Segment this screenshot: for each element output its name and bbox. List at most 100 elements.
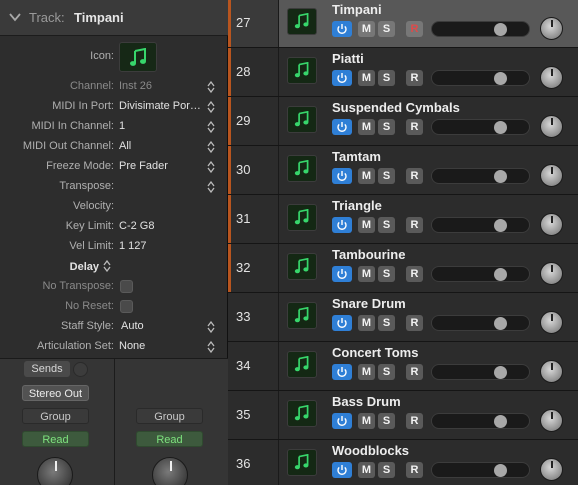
track-name[interactable]: Suspended Cymbals bbox=[332, 100, 460, 115]
param-row[interactable]: Velocity: bbox=[0, 197, 228, 217]
param-row[interactable]: Freeze Mode: Pre Fader bbox=[0, 157, 228, 177]
track-on-button[interactable] bbox=[332, 413, 352, 429]
param-row[interactable]: MIDI In Port: Divisimate Por… bbox=[0, 97, 228, 117]
record-enable-button[interactable]: R bbox=[406, 413, 423, 429]
fader-thumb[interactable] bbox=[494, 317, 507, 330]
track-number-cell[interactable]: 30 bbox=[228, 146, 279, 194]
pan-knob[interactable] bbox=[540, 409, 563, 432]
record-enable-button[interactable]: R bbox=[406, 119, 423, 135]
pan-knob[interactable] bbox=[540, 360, 563, 383]
track-on-button[interactable] bbox=[332, 315, 352, 331]
track-icon[interactable] bbox=[287, 449, 317, 476]
track-number-cell[interactable]: 33 bbox=[228, 293, 279, 341]
track-name[interactable]: Concert Toms bbox=[332, 345, 418, 360]
track-name[interactable]: Snare Drum bbox=[332, 296, 406, 311]
automation-mode-right[interactable]: Read bbox=[136, 431, 203, 447]
track-row[interactable]: 27 Timpani M S R bbox=[228, 0, 578, 48]
mute-button[interactable]: M bbox=[358, 70, 375, 86]
param-value[interactable]: Inst 26 bbox=[119, 80, 152, 92]
no-reset-checkbox[interactable] bbox=[120, 300, 133, 313]
pan-knob[interactable] bbox=[540, 164, 563, 187]
no-transpose-checkbox[interactable] bbox=[120, 280, 133, 293]
track-on-button[interactable] bbox=[332, 266, 352, 282]
track-row[interactable]: 29 Suspended Cymbals M S R bbox=[228, 97, 578, 146]
fader-thumb[interactable] bbox=[494, 464, 507, 477]
volume-fader[interactable] bbox=[431, 462, 530, 478]
track-number-cell[interactable]: 34 bbox=[228, 342, 279, 390]
track-icon[interactable] bbox=[287, 106, 317, 133]
group-button-left[interactable]: Group bbox=[22, 408, 89, 424]
automation-mode-left[interactable]: Read bbox=[22, 431, 89, 447]
mute-button[interactable]: M bbox=[358, 21, 375, 37]
solo-button[interactable]: S bbox=[378, 168, 395, 184]
pan-knob[interactable] bbox=[540, 213, 563, 236]
track-on-button[interactable] bbox=[332, 364, 352, 380]
volume-fader[interactable] bbox=[431, 266, 530, 282]
solo-button[interactable]: S bbox=[378, 315, 395, 331]
fader-thumb[interactable] bbox=[494, 219, 507, 232]
pan-knob[interactable] bbox=[540, 262, 563, 285]
record-enable-button[interactable]: R bbox=[406, 266, 423, 282]
track-number-cell[interactable]: 28 bbox=[228, 48, 279, 96]
record-enable-button[interactable]: R bbox=[406, 364, 423, 380]
track-on-button[interactable] bbox=[332, 462, 352, 478]
volume-fader[interactable] bbox=[431, 413, 530, 429]
track-icon[interactable] bbox=[287, 400, 317, 427]
inspector-header[interactable]: Track: Timpani bbox=[0, 0, 228, 36]
mute-button[interactable]: M bbox=[358, 119, 375, 135]
track-icon[interactable] bbox=[287, 302, 317, 329]
track-icon[interactable] bbox=[287, 351, 317, 378]
pan-knob[interactable] bbox=[540, 115, 563, 138]
pan-knob[interactable] bbox=[540, 458, 563, 481]
param-value[interactable]: C-2 G8 bbox=[119, 220, 154, 232]
track-icon-picker[interactable] bbox=[119, 42, 157, 72]
volume-fader[interactable] bbox=[431, 364, 530, 380]
mute-button[interactable]: M bbox=[358, 462, 375, 478]
mute-button[interactable]: M bbox=[358, 168, 375, 184]
volume-fader[interactable] bbox=[431, 119, 530, 135]
articulation-set-value[interactable]: None bbox=[119, 340, 145, 352]
param-value[interactable]: All bbox=[119, 140, 131, 152]
record-enable-button[interactable]: R bbox=[406, 217, 423, 233]
pan-knob[interactable] bbox=[540, 17, 563, 40]
staff-style-row[interactable]: Staff Style: Auto bbox=[0, 317, 228, 337]
track-row[interactable]: 32 Tambourine M S R bbox=[228, 244, 578, 293]
param-row[interactable]: Key Limit: C-2 G8 bbox=[0, 217, 228, 237]
param-value[interactable]: Divisimate Por… bbox=[119, 100, 201, 112]
param-row[interactable]: Transpose: bbox=[0, 177, 228, 197]
mute-button[interactable]: M bbox=[358, 413, 375, 429]
solo-button[interactable]: S bbox=[378, 462, 395, 478]
track-row[interactable]: 28 Piatti M S R bbox=[228, 48, 578, 97]
mute-button[interactable]: M bbox=[358, 364, 375, 380]
param-value[interactable]: 1 bbox=[119, 120, 125, 132]
mute-button[interactable]: M bbox=[358, 315, 375, 331]
param-value[interactable]: 1 127 bbox=[119, 240, 147, 252]
track-number-cell[interactable]: 36 bbox=[228, 440, 279, 485]
fader-thumb[interactable] bbox=[494, 72, 507, 85]
track-icon[interactable] bbox=[287, 57, 317, 84]
solo-button[interactable]: S bbox=[378, 413, 395, 429]
track-row[interactable]: 31 Triangle M S R bbox=[228, 195, 578, 244]
record-enable-button[interactable]: R bbox=[406, 315, 423, 331]
track-name[interactable]: Piatti bbox=[332, 51, 364, 66]
track-on-button[interactable] bbox=[332, 21, 352, 37]
pan-knob[interactable] bbox=[540, 66, 563, 89]
fader-thumb[interactable] bbox=[494, 415, 507, 428]
delay-row[interactable]: Delay bbox=[0, 257, 228, 277]
pan-knob[interactable] bbox=[540, 311, 563, 334]
track-number-cell[interactable]: 27 bbox=[228, 0, 279, 47]
delay-selector[interactable]: Delay bbox=[70, 260, 111, 273]
fader-thumb[interactable] bbox=[494, 121, 507, 134]
track-on-button[interactable] bbox=[332, 217, 352, 233]
chevron-down-icon[interactable] bbox=[8, 10, 22, 24]
track-name[interactable]: Bass Drum bbox=[332, 394, 401, 409]
send-knob[interactable] bbox=[73, 362, 88, 377]
track-row[interactable]: 33 Snare Drum M S R bbox=[228, 293, 578, 342]
record-enable-button[interactable]: R bbox=[406, 462, 423, 478]
volume-fader[interactable] bbox=[431, 21, 530, 37]
track-name[interactable]: Triangle bbox=[332, 198, 382, 213]
mute-button[interactable]: M bbox=[358, 266, 375, 282]
track-name[interactable]: Tamtam bbox=[332, 149, 381, 164]
track-number-cell[interactable]: 29 bbox=[228, 97, 279, 145]
param-row[interactable]: Channel: Inst 26 bbox=[0, 77, 228, 97]
